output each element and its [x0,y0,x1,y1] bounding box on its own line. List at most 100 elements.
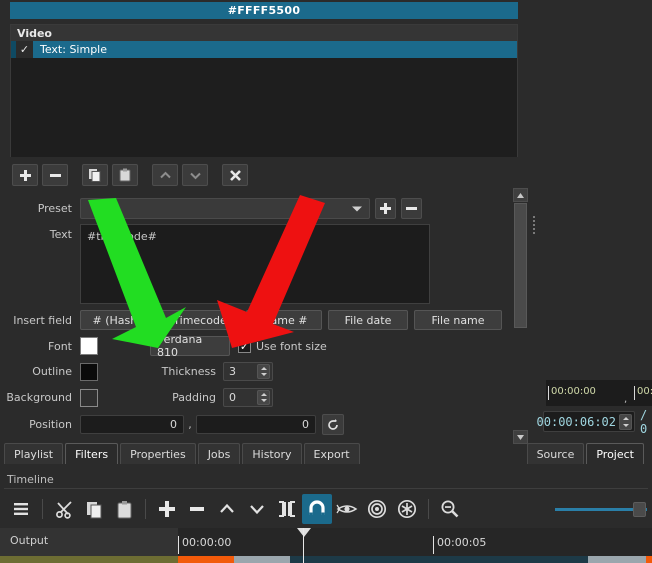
scroll-down-button[interactable] [513,430,528,444]
thickness-value: 3 [229,365,236,378]
timeline-title-bar: Timeline [0,470,652,488]
font-color-swatch[interactable] [80,337,98,355]
timeline-clip[interactable] [290,556,488,563]
timeline-track-label: Output [10,534,49,547]
font-select-button[interactable]: Verdana 810 [150,333,230,359]
clipboard-icon [119,168,131,182]
snap-toggle[interactable] [302,494,332,524]
insert-hash-button[interactable]: # (Hash) [80,310,154,330]
tab-playlist[interactable]: Playlist [4,443,64,464]
text-input[interactable]: #timecode# [80,224,430,304]
filter-enabled-checkbox[interactable]: ✓ [16,41,33,58]
padding-value: 0 [229,391,236,404]
player-position-stepper[interactable] [619,414,632,430]
ripple-toggle[interactable] [362,494,392,524]
player-position-spinbox[interactable]: 00:00:06:02 [537,411,635,432]
insert-timecode-button[interactable]: Timecode [158,310,242,330]
close-icon [229,169,241,181]
deselect-filter-button[interactable] [222,164,248,186]
position-reset-button[interactable] [322,414,344,435]
timeline-playhead-handle[interactable] [297,528,311,537]
timeline-menu-button[interactable] [6,494,36,524]
copy-button[interactable] [79,494,109,524]
mlt-filter-panel-screenshot: #FFFF5500 Video ✓ Text: Simple Preset Te… [0,0,652,563]
add-filter-button[interactable] [12,164,38,186]
chevron-up-icon [159,171,171,178]
paste-filters-button[interactable] [112,164,138,186]
chevron-down-icon [250,505,264,515]
player-ruler[interactable]: 00:00:00 , 00:0 [546,380,652,406]
tab-source[interactable]: Source [526,443,585,464]
scrub-while-dragging-toggle[interactable] [332,494,362,524]
tab-properties[interactable]: Properties [120,443,196,464]
move-filter-up-button[interactable] [152,164,178,186]
minus-icon [406,207,417,210]
padding-stepper[interactable] [257,390,270,405]
copy-icon [89,169,101,182]
copy-filters-button[interactable] [82,164,108,186]
background-color-swatch[interactable] [80,388,98,407]
stepper-up-icon [622,417,629,420]
timeline-clip[interactable] [234,556,290,563]
padding-label: Padding [172,391,216,404]
tab-export[interactable]: Export [303,443,360,464]
font-row: Font Verdana 810 ✓ Use font size [0,333,327,359]
preset-add-button[interactable] [375,198,396,219]
tab-history[interactable]: History [242,443,302,464]
insert-file-name-button[interactable]: File name [414,310,502,330]
panel-tabs: Playlist Filters Properties Jobs History… [4,443,362,464]
tab-project[interactable]: Project [586,443,644,464]
position-x-input[interactable]: 0 [80,415,184,434]
caret-up-icon [517,192,524,198]
position-row: Position 0 , 0 [0,414,344,435]
timeline-track-head-strip [0,556,178,563]
timeline-title: Timeline [7,473,54,486]
use-font-size-checkbox[interactable]: ✓ [238,339,251,353]
timeline-track-output[interactable] [178,556,652,563]
zoom-slider-thumb[interactable] [633,502,646,517]
outline-color-swatch[interactable] [80,362,98,381]
timeline-clip[interactable] [646,556,652,563]
tab-filters[interactable]: Filters [65,443,119,464]
paste-button[interactable] [109,494,139,524]
insert-file-date-button[interactable]: File date [328,310,408,330]
scroll-up-button[interactable] [513,188,528,202]
timeline-clip[interactable] [588,556,646,563]
thickness-stepper[interactable] [257,364,270,379]
cut-button[interactable] [49,494,79,524]
padding-spinbox[interactable]: 0 [223,388,273,407]
tab-jobs[interactable]: Jobs [197,443,241,464]
remove-filter-button[interactable] [42,164,68,186]
preset-row: Preset [0,198,430,219]
filter-list[interactable]: Video ✓ Text: Simple [10,24,518,157]
preset-label: Preset [37,202,72,215]
ripple-all-tracks-toggle[interactable] [392,494,422,524]
eye-icon [336,504,358,514]
append-button[interactable] [152,494,182,524]
player-position-value: 00:00:06:02 [536,414,616,429]
lift-button[interactable] [212,494,242,524]
split-button[interactable] [272,494,302,524]
stepper-down-icon [260,373,267,377]
preset-remove-button[interactable] [401,198,422,219]
chevron-down-icon [189,172,201,179]
panel-splitter-grip[interactable] [531,214,537,236]
scrollbar-thumb[interactable] [514,203,527,328]
position-y-input[interactable]: 0 [196,415,316,434]
insert-frame-button[interactable]: Frame # [246,310,322,330]
overwrite-button[interactable] [242,494,272,524]
background-row: Background Padding 0 [0,388,273,407]
timeline-ruler[interactable]: 00:00:00 00:00:05 [178,528,652,556]
move-filter-down-button[interactable] [182,164,208,186]
preset-combobox[interactable] [80,198,370,219]
player-tabs: Source Project [526,443,646,464]
timeline-clip[interactable] [178,556,234,563]
timeline-zoom-slider[interactable] [555,500,647,518]
outline-label: Outline [32,365,72,378]
ripple-delete-button[interactable] [182,494,212,524]
filter-list-item-text-simple[interactable]: ✓ Text: Simple [11,41,517,58]
thickness-spinbox[interactable]: 3 [223,362,273,381]
zoom-out-button[interactable] [435,494,465,524]
timeline-clip[interactable] [488,556,588,563]
parameters-scrollbar[interactable] [513,188,528,444]
